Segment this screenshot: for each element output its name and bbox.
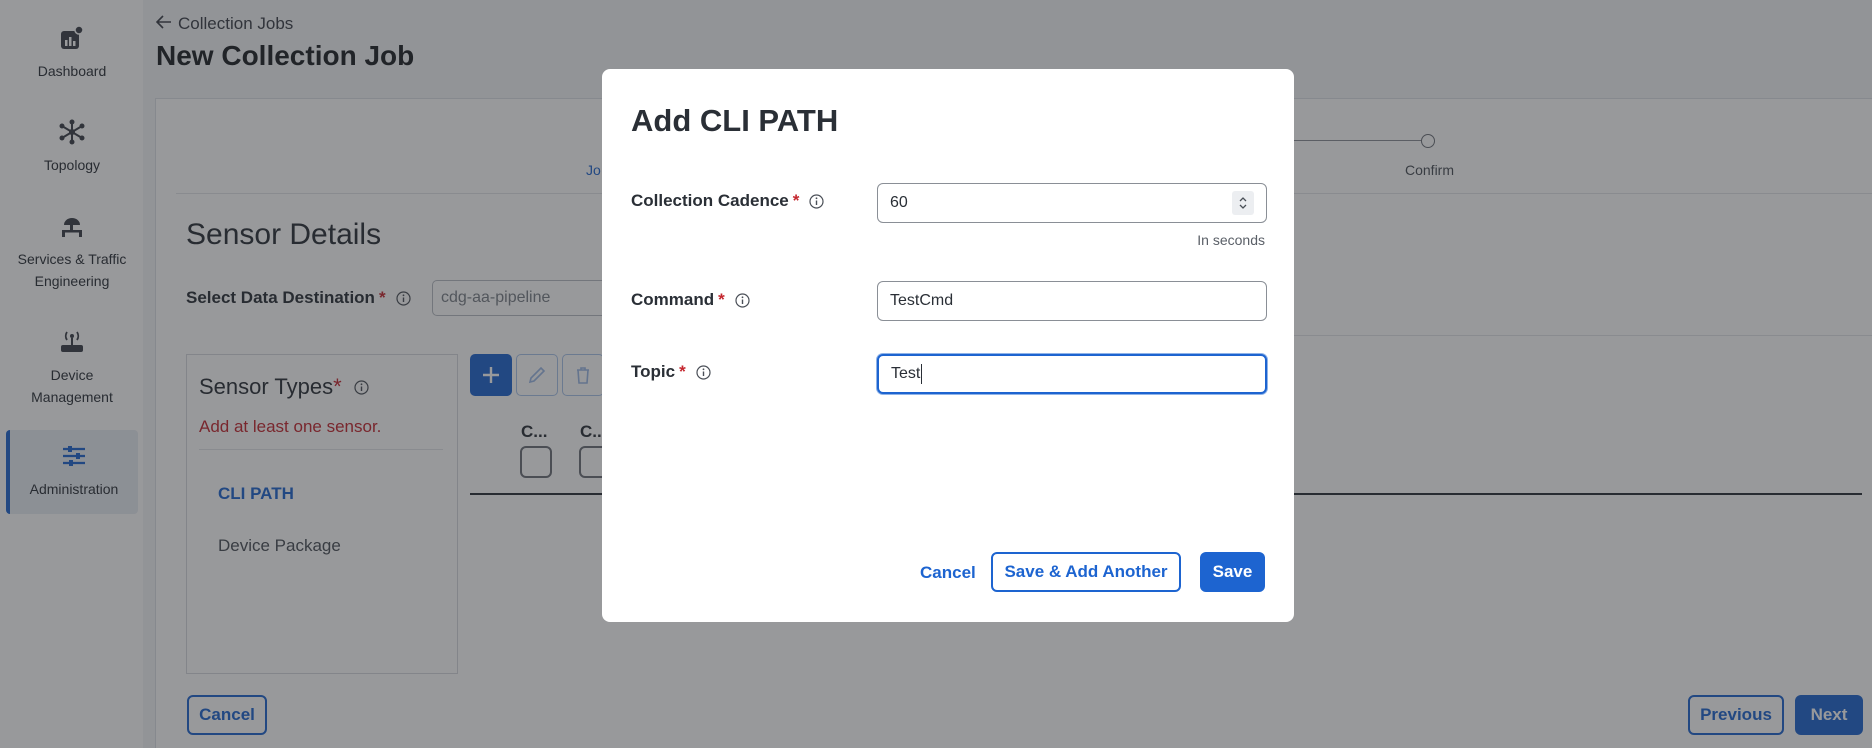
required-mark: * — [679, 362, 686, 381]
command-label-text: Command — [631, 290, 715, 309]
command-label: Command * — [631, 290, 750, 310]
topic-label-text: Topic — [631, 362, 676, 381]
stepper-arrows-icon — [1239, 197, 1247, 209]
cadence-input[interactable]: 60 — [877, 183, 1267, 223]
add-cli-path-dialog: Add CLI PATH Collection Cadence * 60 In s… — [602, 69, 1294, 622]
text-caret — [921, 364, 923, 384]
topic-input[interactable]: Test — [877, 354, 1267, 394]
command-value: TestCmd — [890, 292, 954, 309]
save-and-add-another-button[interactable]: Save & Add Another — [991, 552, 1181, 592]
info-icon[interactable] — [809, 193, 824, 209]
required-mark: * — [718, 290, 725, 309]
command-input[interactable]: TestCmd — [877, 281, 1267, 321]
dialog-title: Add CLI PATH — [631, 103, 839, 138]
required-mark: * — [792, 191, 800, 210]
save-button[interactable]: Save — [1200, 552, 1265, 592]
cadence-label: Collection Cadence * — [631, 191, 824, 211]
dialog-cancel-button[interactable]: Cancel — [920, 563, 976, 583]
cadence-value: 60 — [890, 194, 908, 211]
topic-value: Test — [891, 365, 921, 382]
info-icon[interactable] — [735, 292, 750, 308]
cadence-hint: In seconds — [1197, 232, 1265, 248]
topic-label: Topic * — [631, 362, 711, 382]
number-stepper[interactable] — [1232, 191, 1254, 215]
cadence-label-text: Collection Cadence — [631, 191, 789, 210]
info-icon[interactable] — [696, 364, 711, 380]
